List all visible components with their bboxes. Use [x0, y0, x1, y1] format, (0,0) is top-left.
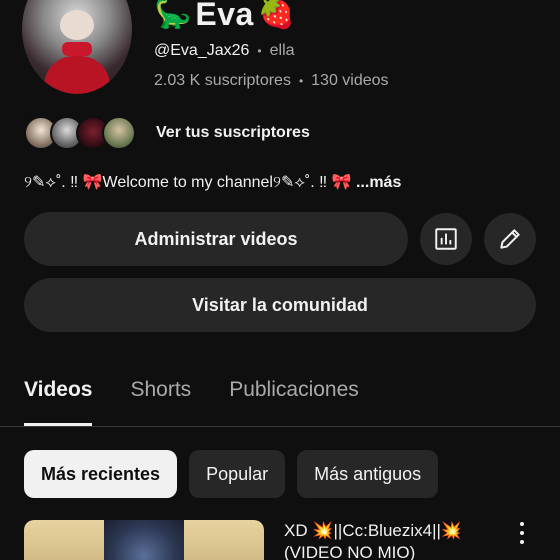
tabs-divider [0, 426, 560, 427]
dot [520, 530, 524, 535]
avatar-face [60, 10, 94, 40]
channel-tabs: Videos Shorts Publicaciones [24, 370, 359, 426]
strawberry-emoji: 🍓 [257, 0, 296, 30]
analytics-button[interactable] [420, 213, 472, 265]
pencil-icon [500, 229, 520, 249]
dot [520, 539, 524, 544]
channel-handle-row: @Eva_Jax26 • ella [154, 42, 295, 60]
chip-most-recent[interactable]: Más recientes [24, 450, 178, 498]
subscriber-count: 2.03 K suscriptores [154, 72, 291, 89]
edit-channel-button[interactable] [484, 213, 536, 265]
avatar-bow [62, 42, 92, 56]
video-count: 130 videos [311, 72, 389, 89]
dot [520, 522, 524, 527]
thumbnail-figure [104, 520, 184, 560]
channel-description[interactable]: ୨✎⟡˚. ‼ 🎀Welcome to my channel୨✎⟡˚. ‼ 🎀 … [24, 172, 401, 192]
channel-handle: @Eva_Jax26 [154, 42, 250, 59]
separator-dot: • [298, 74, 304, 88]
avatar-shirt [44, 56, 110, 94]
channel-pronouns: ella [269, 42, 295, 59]
tab-videos[interactable]: Videos [24, 370, 93, 426]
description-more-link[interactable]: ...más [356, 174, 401, 191]
tab-publicaciones[interactable]: Publicaciones [229, 370, 359, 426]
subscribers-preview[interactable]: Ver tus suscriptores [24, 114, 310, 152]
separator-dot: • [257, 44, 262, 58]
sort-chips: Más recientes Popular Más antiguos [24, 450, 439, 498]
channel-title-row: 🦕 Eva 🍓 [154, 0, 295, 34]
channel-stats: 2.03 K suscriptores • 130 videos [154, 72, 389, 90]
channel-name: Eva [195, 0, 254, 32]
video-thumbnail[interactable] [24, 520, 264, 560]
analytics-icon [435, 228, 457, 250]
manage-videos-button[interactable]: Administrar videos [24, 212, 408, 266]
channel-avatar[interactable] [22, 0, 132, 94]
description-text: ୨✎⟡˚. ‼ 🎀Welcome to my channel୨✎⟡˚. ‼ 🎀 [24, 174, 352, 191]
chip-popular[interactable]: Popular [189, 450, 286, 498]
chip-oldest[interactable]: Más antiguos [297, 450, 439, 498]
view-subscribers-link[interactable]: Ver tus suscriptores [156, 124, 310, 142]
video-title[interactable]: XD 💥||Cc:Bluezix4||💥 (VIDEO NO MIO) [284, 520, 504, 560]
dinosaur-emoji: 🦕 [154, 0, 192, 30]
visit-community-button[interactable]: Visitar la comunidad [24, 278, 536, 332]
subscriber-avatar [102, 116, 136, 150]
tab-shorts[interactable]: Shorts [130, 370, 191, 426]
more-options-icon[interactable] [510, 520, 534, 546]
